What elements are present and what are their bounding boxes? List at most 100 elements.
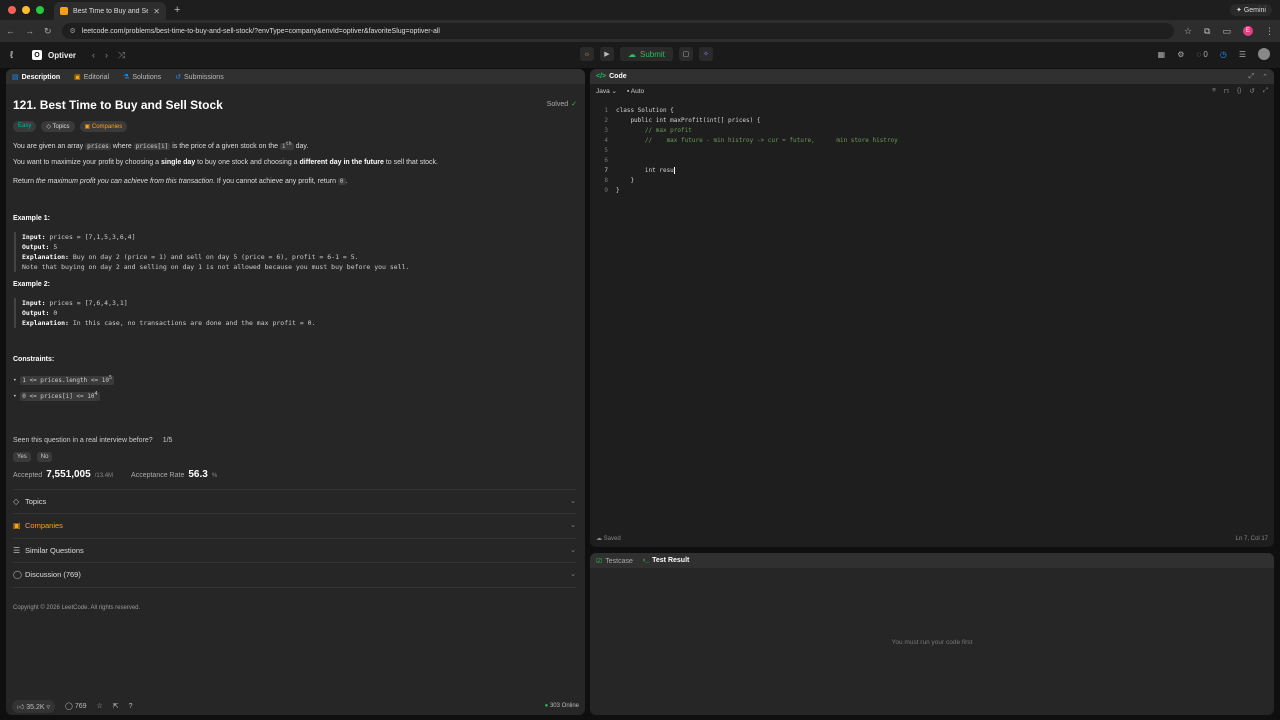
menu-icon[interactable]: ☰	[1239, 50, 1246, 59]
company-list-badge: O	[32, 50, 42, 60]
back-icon[interactable]: ←	[6, 26, 15, 36]
prev-problem-icon[interactable]: ‹	[92, 50, 95, 60]
forward-icon[interactable]: →	[25, 26, 34, 36]
tab-description[interactable]: ▤ Description	[12, 73, 60, 81]
maximize-window-button[interactable]	[36, 6, 44, 14]
favorite-star-icon[interactable]: ☆	[97, 702, 103, 710]
run-button[interactable]: ▶	[600, 47, 614, 61]
language-select[interactable]: Java ⌄	[596, 87, 617, 95]
upload-icon: ☁	[628, 49, 636, 59]
constraint-1-exp: 5	[108, 375, 112, 381]
example-2-explanation: Explanation: In this case, no transactio…	[22, 318, 316, 328]
reload-icon[interactable]: ↻	[44, 26, 52, 37]
acceptance-rate-label: Acceptance Rate	[131, 472, 185, 479]
new-tab-icon[interactable]: +	[174, 4, 180, 16]
para1-text-d: day.	[293, 143, 309, 150]
code-zero: 0	[337, 178, 346, 185]
auto-mode-toggle[interactable]: ▪ Auto	[627, 88, 644, 95]
description-footer: 👍︎ 35.2K ▿ ◯ 769 ☆ ⇱ ? ● 303 Online	[6, 697, 585, 715]
problem-list-name[interactable]: Optiver	[48, 51, 76, 60]
ex1-input-value: prices = [7,1,5,3,6,4]	[45, 233, 136, 241]
code-line-4: // max future - min histroy -> cur = fut…	[616, 137, 898, 144]
comment-icon: ◯	[13, 569, 22, 579]
cast-icon[interactable]: ▭	[1222, 26, 1231, 37]
language-label: Java	[596, 88, 610, 95]
tab-testcase[interactable]: ☑ Testcase	[596, 557, 633, 565]
debug-icon[interactable]: ☼	[580, 47, 594, 61]
line-number: 3	[604, 127, 608, 134]
like-button[interactable]: 👍︎ 35.2K ▿	[12, 699, 56, 713]
accepted-label: Accepted	[13, 472, 43, 479]
shuffle-icon[interactable]: ⤨	[118, 50, 125, 61]
ex2-expl-label: Explanation:	[22, 319, 69, 327]
thumbs-down-icon[interactable]: ▿	[47, 704, 51, 711]
line-number: 4	[604, 137, 608, 144]
bookmark-star-icon[interactable]: ☆	[1184, 26, 1192, 37]
next-problem-icon[interactable]: ›	[105, 50, 108, 60]
streak-counter[interactable]: ◌ 0	[1196, 50, 1207, 59]
auto-mode-label: Auto	[630, 87, 645, 95]
example-1-explanation: Explanation: Buy on day 2 (price = 1) an…	[22, 252, 409, 262]
browser-toolbar: ☆ ⧉ ▭ E ⋮	[1184, 26, 1274, 37]
gemini-button[interactable]: ✦ Gemini	[1230, 4, 1272, 16]
close-window-button[interactable]	[8, 6, 16, 14]
list-icon: ☰	[13, 545, 21, 555]
code-line-2: public int maxProfit(int[] prices) {	[616, 117, 761, 124]
help-icon[interactable]: ?	[129, 703, 133, 710]
braces-icon[interactable]: {}	[1237, 87, 1241, 95]
test-panel: ☑ Testcase ›_ Test Result You must run you…	[590, 553, 1274, 715]
site-info-icon[interactable]: ⚙	[70, 27, 76, 35]
accordion-topics[interactable]: ◇ Topics ⌄	[13, 490, 576, 512]
online-count-text: 303 Online	[549, 703, 579, 709]
code-panel-controls: ⤢ ⌃	[1249, 73, 1268, 81]
browser-tab[interactable]: Best Time to Buy and Sell St... ✕	[54, 2, 166, 20]
yes-button[interactable]: Yes	[13, 452, 31, 462]
submissions-count: /13.4M	[94, 473, 114, 479]
timer-icon[interactable]: ◷	[1220, 50, 1227, 59]
para3-text-a: Return	[13, 178, 36, 185]
share-icon[interactable]: ⇱	[113, 702, 119, 710]
profile-avatar[interactable]: E	[1243, 26, 1253, 36]
reset-icon[interactable]: ↺	[1249, 87, 1254, 95]
browser-menu-icon[interactable]: ⋮	[1265, 26, 1274, 37]
tab-solutions[interactable]: ⚗ Solutions	[123, 73, 161, 81]
terminal-icon: ›_	[642, 557, 650, 564]
accordion-discussion[interactable]: ◯ Discussion (769) ⌄	[13, 563, 576, 585]
extensions-icon[interactable]: ⧉	[1204, 26, 1210, 37]
code-tab-label: Code	[609, 73, 627, 80]
tab-editorial[interactable]: ▣ Editorial	[74, 73, 109, 81]
fullscreen-icon[interactable]: ⤢	[1249, 73, 1255, 81]
minimize-window-button[interactable]	[22, 6, 30, 14]
para2-text-c: to buy one stock and choosing a	[195, 159, 300, 166]
format-icon[interactable]: ≡	[1212, 87, 1216, 95]
ai-assist-icon[interactable]: ✧	[698, 47, 713, 61]
cloud-icon: ☁	[596, 536, 604, 542]
url-bar[interactable]: ⚙ leetcode.com/problems/best-time-to-buy…	[61, 23, 1174, 39]
accordion-similar-questions[interactable]: ☰ Similar Questions ⌄	[13, 539, 576, 561]
chevron-down-icon: ⌄	[570, 522, 576, 529]
description-icon: ▤	[12, 73, 19, 81]
topics-tag[interactable]: ◇ Topics	[41, 121, 75, 132]
user-avatar[interactable]	[1258, 48, 1270, 60]
tab-test-result[interactable]: ›_ Test Result	[643, 557, 689, 564]
bookmark-icon[interactable]: ⊓	[1224, 87, 1229, 95]
companies-tag[interactable]: ▣ Companies	[79, 121, 128, 132]
comments-button[interactable]: ◯ 769	[65, 702, 86, 710]
chevron-down-icon: ⌄	[570, 498, 576, 505]
ex1-expl-label: Explanation:	[22, 253, 69, 261]
nav-right-controls: ▦ ⚙ ◌ 0 ◷ ☰	[1158, 48, 1270, 60]
tab-submissions[interactable]: ↺ Submissions	[175, 73, 224, 81]
expand-icon[interactable]: ⤢	[1263, 87, 1268, 95]
interview-answer: Yes No	[13, 452, 53, 462]
settings-gear-icon[interactable]: ⚙	[1177, 50, 1184, 59]
collapse-icon[interactable]: ⌃	[1262, 73, 1268, 81]
notes-icon[interactable]: ▢	[678, 47, 693, 61]
save-status-label: Saved	[603, 536, 621, 542]
leetcode-logo-icon[interactable]: ℓ	[10, 50, 20, 61]
no-button[interactable]: No	[36, 452, 53, 462]
layout-icon[interactable]: ▦	[1158, 50, 1166, 59]
submit-button[interactable]: ☁ Submit	[620, 47, 673, 61]
accordion-companies[interactable]: ▣ Companies ⌄	[13, 514, 576, 536]
problem-paragraph-1: You are given an array prices where pric…	[13, 141, 308, 150]
close-tab-icon[interactable]: ✕	[153, 7, 160, 16]
